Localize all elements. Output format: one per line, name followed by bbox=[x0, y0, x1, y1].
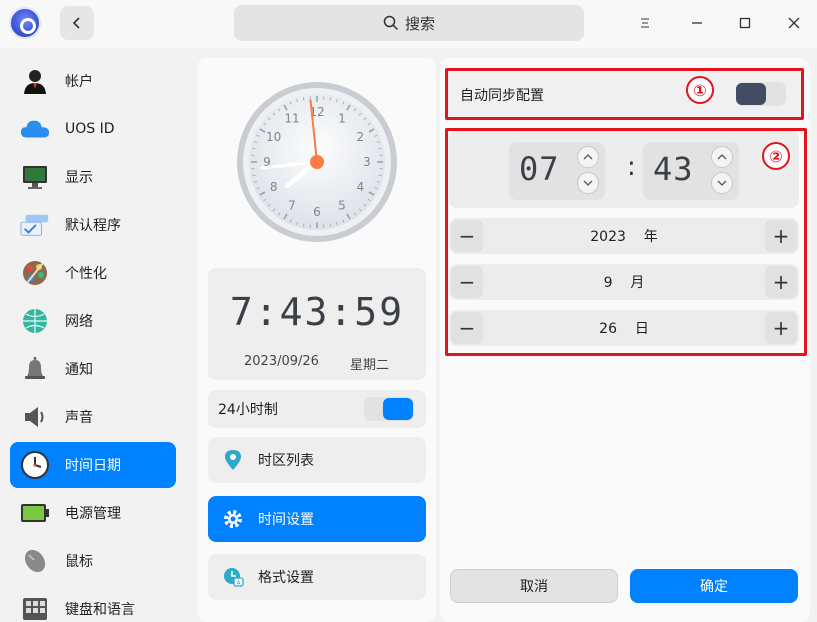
menu-icon bbox=[641, 18, 649, 28]
sidebar-item-label: 通知 bbox=[65, 362, 93, 378]
format-settings-item[interactable]: A 格式设置 bbox=[208, 554, 426, 600]
annotation-box-2 bbox=[445, 128, 807, 356]
cloud-icon bbox=[20, 114, 50, 144]
sidebar-item-network[interactable]: 网络 bbox=[10, 298, 176, 344]
annotation-marker-2: ② bbox=[762, 142, 790, 170]
time-settings-panel: 自动同步配置 ① 07 : 43 − 2023 年 + − 9 月 + − 26… bbox=[440, 58, 810, 622]
sidebar: 帐户 UOS ID 显示 默认程序 个性化 网络 通知 声音 时间日期 电源管理… bbox=[0, 48, 186, 622]
clock-numeral: 10 bbox=[266, 130, 281, 144]
sidebar-item-label: 鼠标 bbox=[65, 554, 93, 570]
speaker-icon bbox=[20, 402, 50, 432]
current-date: 2023/09/26 bbox=[244, 354, 319, 369]
search-input[interactable]: 搜索 bbox=[234, 5, 584, 41]
sidebar-item-datetime[interactable]: 时间日期 bbox=[10, 442, 176, 488]
time-settings-label: 时间设置 bbox=[258, 512, 314, 528]
annotation-marker-1: ① bbox=[686, 76, 714, 104]
clock-numeral: 6 bbox=[313, 205, 321, 219]
time-settings-item[interactable]: 时间设置 bbox=[208, 496, 426, 542]
clock-numeral: 5 bbox=[338, 198, 346, 212]
sidebar-item-label: 默认程序 bbox=[65, 218, 121, 234]
maximize-button[interactable] bbox=[732, 10, 758, 36]
sidebar-item-mouse[interactable]: 鼠标 bbox=[10, 538, 176, 584]
app-logo-icon bbox=[9, 7, 41, 39]
search-icon bbox=[383, 15, 399, 31]
mouse-icon bbox=[20, 546, 50, 576]
format-settings-icon: A bbox=[222, 566, 244, 588]
search-placeholder: 搜索 bbox=[404, 14, 435, 33]
minimize-icon bbox=[692, 22, 702, 24]
close-icon bbox=[788, 17, 800, 29]
keyboard-icon bbox=[20, 594, 50, 622]
timezone-list-item[interactable]: 时区列表 bbox=[208, 437, 426, 483]
minimize-button[interactable] bbox=[684, 10, 710, 36]
clock-numeral: 8 bbox=[270, 180, 278, 194]
default-apps-icon bbox=[20, 210, 50, 240]
clock-numeral: 11 bbox=[284, 112, 299, 126]
maximize-icon bbox=[739, 17, 751, 29]
hour24-toggle[interactable] bbox=[364, 397, 414, 421]
sidebar-item-label: 帐户 bbox=[65, 74, 93, 90]
clock-numeral: 1 bbox=[338, 112, 346, 126]
clock-panel: 1 2 3 4 5 6 7 8 9 10 11 12 7:43:59 2023/09/26 星期二 2… bbox=[197, 58, 436, 622]
sidebar-item-display[interactable]: 显示 bbox=[10, 154, 176, 200]
annotation-box-1 bbox=[445, 68, 804, 120]
sidebar-item-keyboard[interactable]: 键盘和语言 bbox=[10, 586, 176, 622]
title-bar: 搜索 bbox=[0, 0, 817, 48]
sidebar-item-label: 个性化 bbox=[65, 266, 107, 282]
cancel-button[interactable]: 取消 bbox=[450, 569, 618, 603]
sidebar-item-personalization[interactable]: 个性化 bbox=[10, 250, 176, 296]
hour24-row: 24小时制 bbox=[208, 390, 426, 428]
sidebar-item-label: 网络 bbox=[65, 314, 93, 330]
network-icon bbox=[20, 306, 50, 336]
format-settings-label: 格式设置 bbox=[258, 570, 314, 586]
battery-icon bbox=[20, 498, 50, 528]
display-icon bbox=[20, 162, 50, 192]
sidebar-item-label: 时间日期 bbox=[65, 458, 121, 474]
sidebar-item-uos-id[interactable]: UOS ID bbox=[10, 106, 176, 152]
clock-numeral: 7 bbox=[288, 198, 296, 212]
sidebar-item-default-apps[interactable]: 默认程序 bbox=[10, 202, 176, 248]
sidebar-item-notifications[interactable]: 通知 bbox=[10, 346, 176, 392]
sidebar-item-power[interactable]: 电源管理 bbox=[10, 490, 176, 536]
sidebar-item-label: 显示 bbox=[65, 170, 93, 186]
timezone-label: 时区列表 bbox=[258, 453, 314, 469]
confirm-button[interactable]: 确定 bbox=[630, 569, 798, 603]
gear-icon bbox=[222, 508, 244, 530]
sidebar-item-label: 声音 bbox=[65, 410, 93, 426]
location-pin-icon bbox=[222, 449, 244, 471]
sidebar-item-label: UOS ID bbox=[65, 121, 115, 137]
close-button[interactable] bbox=[781, 10, 807, 36]
clock-numeral: 4 bbox=[356, 180, 364, 194]
hour24-label: 24小时制 bbox=[218, 402, 278, 418]
back-button[interactable] bbox=[60, 6, 94, 40]
sidebar-item-sound[interactable]: 声音 bbox=[10, 394, 176, 440]
account-icon bbox=[20, 66, 50, 96]
clock-numeral: 3 bbox=[363, 155, 371, 169]
sidebar-item-account[interactable]: 帐户 bbox=[10, 58, 176, 104]
toggle-knob bbox=[383, 398, 413, 420]
sidebar-item-label: 键盘和语言 bbox=[65, 602, 135, 618]
bell-icon bbox=[20, 354, 50, 384]
digital-time: 7:43:59 bbox=[229, 290, 405, 334]
sidebar-item-label: 电源管理 bbox=[65, 506, 121, 522]
digital-clock: 7:43:59 2023/09/26 星期二 bbox=[208, 268, 426, 380]
current-weekday: 星期二 bbox=[350, 358, 390, 373]
analog-clock: 1234567891011 12 bbox=[237, 82, 397, 242]
chevron-left-icon bbox=[72, 17, 80, 29]
clock-icon bbox=[20, 450, 50, 480]
personalization-icon bbox=[20, 258, 50, 288]
clock-numeral: 2 bbox=[356, 130, 364, 144]
menu-button[interactable] bbox=[632, 10, 658, 36]
